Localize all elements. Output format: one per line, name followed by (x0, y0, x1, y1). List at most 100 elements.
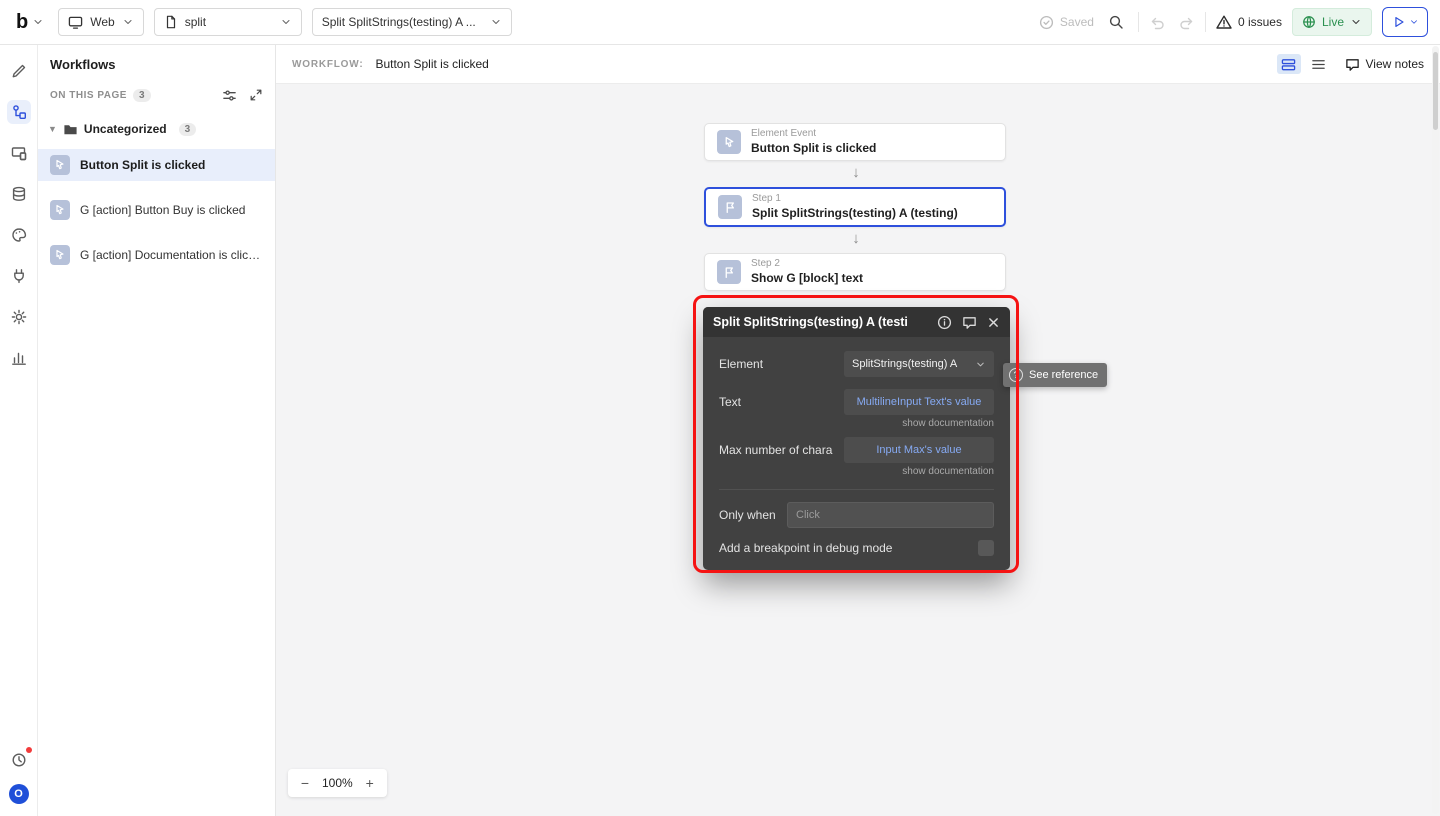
settings-tab[interactable] (7, 305, 31, 329)
chevron-down-icon (282, 19, 290, 25)
note-bubble-icon (1345, 58, 1359, 71)
scrollbar-thumb[interactable] (1433, 52, 1438, 130)
step-flag-icon (717, 260, 741, 284)
chevron-down-icon (124, 19, 132, 25)
workflow-item-label: Button Split is clicked (80, 158, 206, 172)
flow-arrow-icon: ↓ (852, 164, 860, 181)
undo-icon (1151, 17, 1164, 29)
on-this-page-count: 3 (132, 89, 151, 102)
data-tab[interactable] (7, 182, 31, 206)
on-this-page-row: ON THIS PAGE 3 (38, 88, 275, 103)
search-button[interactable] (1104, 10, 1128, 34)
only-when-label: Only when (719, 508, 776, 522)
chevron-down-icon (1352, 19, 1360, 25)
zoom-level: 100% (322, 776, 353, 790)
page-icon (166, 15, 175, 29)
page-dropdown[interactable]: split (153, 8, 302, 36)
bubble-logo: b (16, 11, 29, 33)
globe-icon (1303, 16, 1315, 28)
max-chars-expression-field[interactable]: Input Max's value (844, 437, 994, 463)
workflow-list-item[interactable]: Button Split is clicked (38, 149, 275, 181)
workflow-item-label: G [action] Documentation is click... (80, 248, 263, 262)
comment-button[interactable] (962, 315, 977, 330)
workflow-header-label: WORKFLOW: (292, 58, 364, 70)
workflow-dropdown[interactable]: Split SplitStrings(testing) A ... (311, 8, 512, 36)
workflow-list-item[interactable]: G [action] Documentation is click... (38, 239, 275, 271)
user-avatar[interactable]: O (8, 784, 29, 804)
workflow-canvas[interactable]: Element Event Button Split is clicked ↓ … (276, 84, 1440, 816)
view-mode-cards-button[interactable] (1276, 54, 1301, 74)
workflow-icon (12, 105, 26, 120)
page-label: split (184, 15, 207, 29)
max-chars-label: Max number of chara (719, 443, 833, 457)
element-label: Element (719, 357, 764, 371)
filter-button[interactable] (222, 88, 237, 103)
popup-header[interactable]: Split SplitStrings(testing) A (testi (703, 307, 1010, 337)
close-icon (989, 317, 998, 327)
card-kind: Element Event (751, 128, 817, 140)
workflow-card-event[interactable]: Element Event Button Split is clicked (704, 123, 1006, 161)
zoom-control: − 100% + (288, 769, 387, 797)
expand-button[interactable] (249, 88, 263, 103)
event-icon (50, 155, 70, 175)
view-mode-list-button[interactable] (1307, 54, 1331, 74)
folder-uncategorized[interactable]: ▼ Uncategorized 3 (38, 115, 275, 143)
flow-arrow-icon: ↓ (852, 230, 860, 247)
workflow-card-step2[interactable]: Step 2 Show G [block] text (704, 253, 1006, 291)
text-expression-field[interactable]: MultilineInput Text's value (844, 389, 994, 415)
bubble-logo-menu[interactable]: b (12, 12, 48, 32)
caret-down-icon: ▼ (48, 124, 57, 134)
show-documentation-link[interactable]: show documentation (719, 418, 994, 429)
comment-bubble-icon (963, 316, 976, 329)
preview-button[interactable] (1382, 7, 1428, 37)
search-icon (1109, 15, 1123, 29)
expand-arrows-icon (250, 89, 262, 101)
only-when-input[interactable] (787, 502, 994, 528)
zoom-in-button[interactable]: + (363, 775, 377, 791)
issues-button[interactable]: 0 issues (1216, 14, 1282, 30)
event-icon (717, 130, 741, 154)
see-reference-tooltip[interactable]: ? See reference (1003, 363, 1108, 387)
warning-triangle-icon (1216, 15, 1232, 29)
action-properties-popup: Split SplitStrings(testing) A (testi Ele… (703, 307, 1010, 570)
card-kind: Step 2 (751, 258, 780, 270)
filter-sliders-icon (223, 90, 236, 101)
logs-tab[interactable] (7, 346, 31, 370)
scrollbar-track[interactable] (1432, 46, 1439, 814)
chevron-down-icon (1410, 20, 1417, 24)
undo-button[interactable] (1149, 14, 1166, 31)
workflow-header-name: Button Split is clicked (375, 57, 489, 71)
popup-title: Split SplitStrings(testing) A (testi (713, 315, 908, 329)
responsive-icon (11, 147, 26, 161)
element-dropdown[interactable]: SplitStrings(testing) A (844, 351, 994, 377)
design-tab[interactable] (7, 59, 31, 83)
view-notes-button[interactable]: View notes (1345, 57, 1424, 72)
breakpoint-checkbox[interactable] (978, 540, 994, 556)
show-documentation-link[interactable]: show documentation (719, 466, 994, 477)
workflow-tab[interactable] (6, 100, 31, 124)
card-title: Show G [block] text (751, 270, 864, 285)
element-dropdown-value: SplitStrings(testing) A (852, 358, 958, 370)
event-icon (50, 200, 70, 220)
responsive-tab[interactable] (7, 141, 31, 165)
close-button[interactable] (987, 316, 1000, 329)
zoom-out-button[interactable]: − (298, 775, 312, 791)
saved-indicator: Saved (1039, 15, 1094, 30)
card-title: Split SplitStrings(testing) A (testing) (752, 205, 958, 220)
version-help-button[interactable] (7, 747, 32, 772)
folder-icon (64, 124, 77, 134)
gear-icon (11, 309, 26, 325)
plug-icon (13, 269, 24, 284)
workflow-list-item[interactable]: G [action] Button Buy is clicked (38, 194, 275, 226)
workflow-card-step1[interactable]: Step 1 Split SplitStrings(testing) A (te… (704, 187, 1006, 227)
plugins-tab[interactable] (7, 264, 31, 288)
question-circle-icon: ? (1009, 368, 1023, 382)
on-this-page-label: ON THIS PAGE (50, 90, 127, 101)
info-button[interactable] (937, 315, 952, 330)
redo-icon (1180, 17, 1193, 29)
chart-bars-icon (11, 352, 26, 365)
environment-dropdown[interactable]: Live (1291, 8, 1372, 36)
platform-dropdown[interactable]: Web (58, 8, 144, 36)
redo-button[interactable] (1178, 14, 1195, 31)
styles-tab[interactable] (7, 223, 31, 247)
